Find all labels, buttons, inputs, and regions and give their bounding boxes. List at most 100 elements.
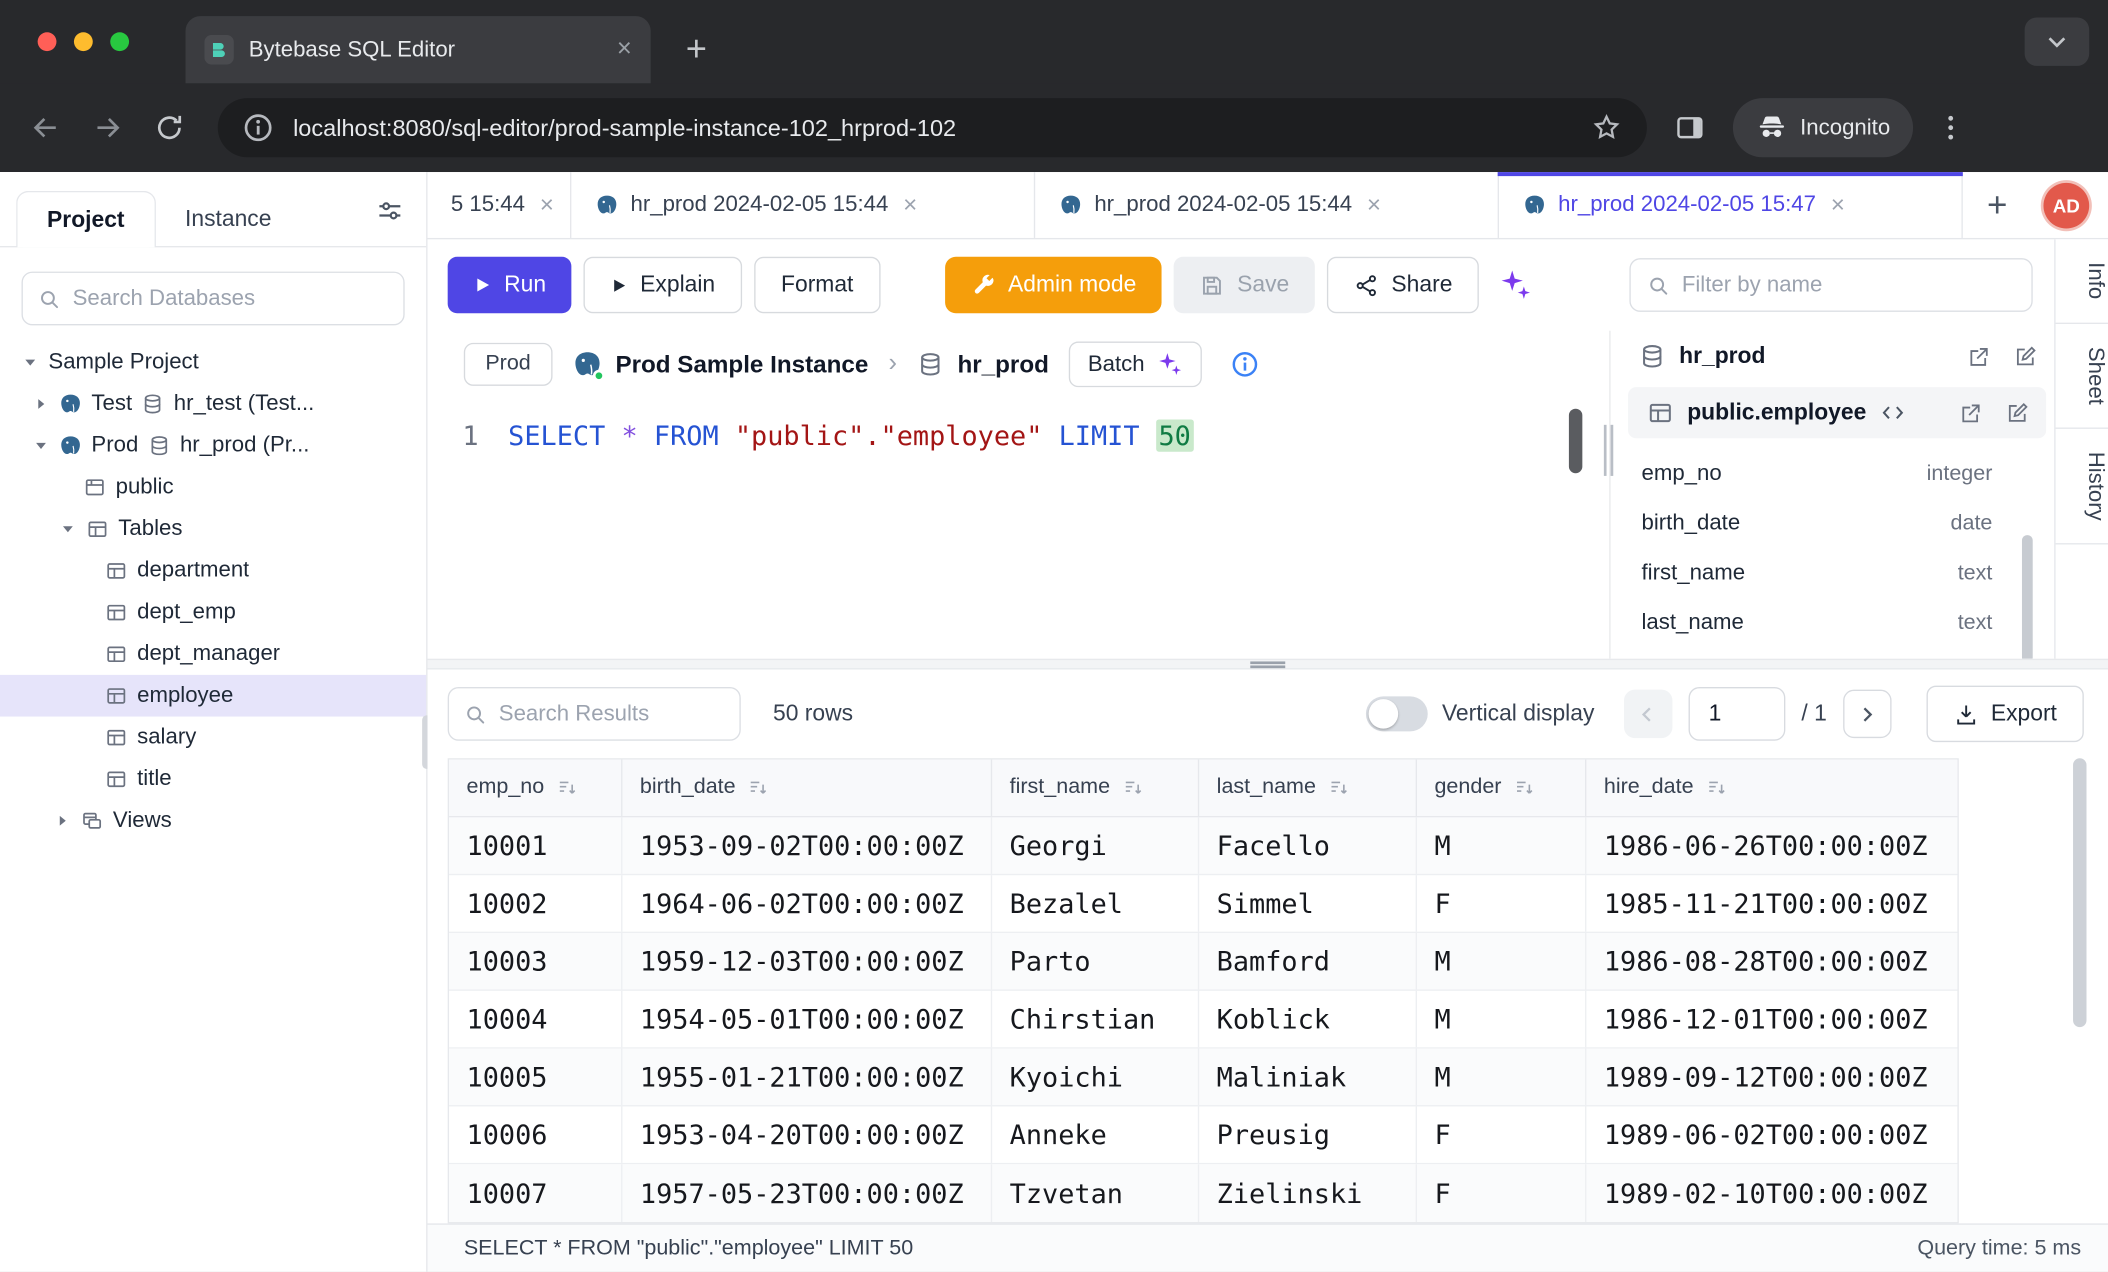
sheet-tab-2[interactable]: hr_prod 2024-02-05 15:44 × [1035, 172, 1499, 238]
ai-sparkle-icon[interactable] [1498, 268, 1533, 303]
reload-icon[interactable] [153, 112, 185, 144]
tree-node-tables-group[interactable]: Tables [0, 508, 426, 550]
column-name: first_name [1641, 561, 1745, 587]
forward-icon[interactable] [91, 112, 123, 144]
header-emp-no[interactable]: emp_no [449, 760, 622, 816]
save-button[interactable]: Save [1174, 257, 1315, 313]
pagination: / 1 [1624, 687, 1891, 741]
sheet-tab-3-active[interactable]: hr_prod 2024-02-05 15:47 × [1499, 172, 1963, 238]
cell: 10003 [449, 933, 622, 989]
table-actions [1957, 400, 2030, 426]
avatar[interactable]: AD [2043, 182, 2089, 228]
editor-scrollbar[interactable] [1569, 409, 1582, 474]
next-page-button[interactable] [1843, 690, 1891, 738]
info-icon[interactable] [1231, 350, 1261, 380]
results-scrollbar[interactable] [2073, 758, 2086, 1027]
column-row: birth_date date [1620, 499, 2054, 549]
header-label: hire_date [1604, 776, 1694, 800]
browser-tab[interactable]: Bytebase SQL Editor × [186, 16, 651, 83]
site-info-icon[interactable] [242, 112, 274, 144]
panel-resize-handle[interactable] [1604, 425, 1616, 476]
search-results-input[interactable] [499, 701, 725, 727]
format-button[interactable]: Format [754, 257, 880, 313]
search-databases-input[interactable] [73, 286, 389, 312]
tree-node-test-database[interactable]: Test hr_test (Test... [0, 383, 426, 425]
panel-scrollbar[interactable] [2022, 535, 2033, 659]
tree-node-table-department[interactable]: department [0, 550, 426, 592]
header-birth-date[interactable]: birth_date [622, 760, 992, 816]
prev-page-button[interactable] [1624, 690, 1672, 738]
run-button[interactable]: Run [448, 257, 572, 313]
sort-icon [556, 777, 578, 799]
tree-node-prod-database[interactable]: Prod hr_prod (Pr... [0, 425, 426, 467]
header-hire-date[interactable]: hire_date [1586, 760, 1958, 816]
database-name: hr_prod [957, 350, 1048, 378]
close-icon[interactable]: × [540, 191, 554, 219]
sql-editor[interactable]: 1 SELECT * FROM "public"."employee" LIMI… [428, 398, 1610, 659]
header-last-name[interactable]: last_name [1199, 760, 1417, 816]
cell: 1989-06-02T00:00:00Z [1586, 1106, 1958, 1162]
share-button[interactable]: Share [1327, 257, 1479, 313]
edit-icon[interactable] [2013, 343, 2039, 369]
external-link-icon[interactable] [1957, 400, 1983, 426]
table-icon [105, 684, 128, 707]
add-sheet-button[interactable]: + [1987, 184, 2007, 226]
instance-crumb: Prod Sample Instance [572, 350, 868, 380]
chevron-separator: › [888, 350, 897, 380]
cell: 1964-06-02T00:00:00Z [622, 875, 992, 931]
tune-icon[interactable] [375, 198, 405, 228]
tree-node-schema-public[interactable]: public [0, 467, 426, 509]
close-window-button[interactable] [38, 32, 57, 51]
cell: 1989-02-10T00:00:00Z [1586, 1164, 1958, 1222]
page-number-input[interactable] [1688, 687, 1785, 741]
tree-node-table-salary[interactable]: salary [0, 717, 426, 759]
filter-by-name-input[interactable] [1682, 272, 2015, 298]
vertical-display-toggle[interactable] [1365, 696, 1427, 731]
browser-menu-icon[interactable] [1935, 112, 1967, 144]
close-icon[interactable]: × [1367, 191, 1381, 219]
tab-search-button[interactable] [2025, 17, 2090, 65]
sheet-tab-label: hr_prod 2024-02-05 15:44 [1094, 192, 1352, 218]
edit-icon[interactable] [2004, 400, 2030, 426]
tree-node-table-dept-manager[interactable]: dept_manager [0, 633, 426, 675]
new-tab-button[interactable]: + [670, 22, 724, 76]
vertical-display-control: Vertical display [1365, 696, 1594, 731]
zoom-window-button[interactable] [110, 32, 129, 51]
tree-node-table-dept-emp[interactable]: dept_emp [0, 592, 426, 634]
tab-instance[interactable]: Instance [155, 191, 301, 246]
results-splitter[interactable] [428, 659, 2108, 670]
cell: Tzvetan [992, 1164, 1199, 1222]
header-first-name[interactable]: first_name [992, 760, 1199, 816]
external-link-icon[interactable] [1965, 343, 1991, 369]
admin-mode-button[interactable]: Admin mode [945, 257, 1162, 313]
rail-tab-sheet[interactable]: Sheet [2056, 323, 2108, 428]
close-tab-icon[interactable]: × [617, 35, 632, 65]
tree-node-table-title[interactable]: title [0, 758, 426, 800]
sparkle-icon [1157, 351, 1184, 378]
bookmark-star-icon[interactable] [1590, 112, 1622, 144]
tab-project[interactable]: Project [16, 191, 155, 247]
close-icon[interactable]: × [903, 191, 917, 219]
environment-chip[interactable]: Prod [464, 343, 552, 386]
header-gender[interactable]: gender [1417, 760, 1586, 816]
tree-node-views-group[interactable]: Views [0, 800, 426, 842]
side-panel-icon[interactable] [1674, 112, 1706, 144]
back-icon[interactable] [30, 112, 62, 144]
rail-tab-history[interactable]: History [2056, 428, 2108, 544]
close-icon[interactable]: × [1831, 191, 1845, 219]
tree-node-sample-project[interactable]: Sample Project [0, 341, 426, 383]
rail-tab-info[interactable]: Info [2056, 239, 2108, 323]
minimize-window-button[interactable] [74, 32, 93, 51]
explain-button[interactable]: Explain [584, 257, 742, 313]
sql-code: SELECT * FROM "public"."employee" LIMIT … [508, 419, 1193, 451]
panel-table-row[interactable]: public.employee [1628, 387, 2046, 438]
table-icon [105, 726, 128, 749]
sheet-tab-0[interactable]: 5 15:44 × [428, 172, 572, 238]
address-bar[interactable]: localhost:8080/sql-editor/prod-sample-in… [218, 98, 1647, 157]
batch-button[interactable]: Batch [1069, 341, 1202, 387]
export-button[interactable]: Export [1926, 686, 2083, 742]
sheet-tab-1[interactable]: hr_prod 2024-02-05 15:44 × [571, 172, 1035, 238]
tree-node-table-employee[interactable]: employee [0, 675, 426, 717]
code-icon[interactable] [1880, 399, 1907, 426]
column-type: integer [1927, 462, 1993, 486]
